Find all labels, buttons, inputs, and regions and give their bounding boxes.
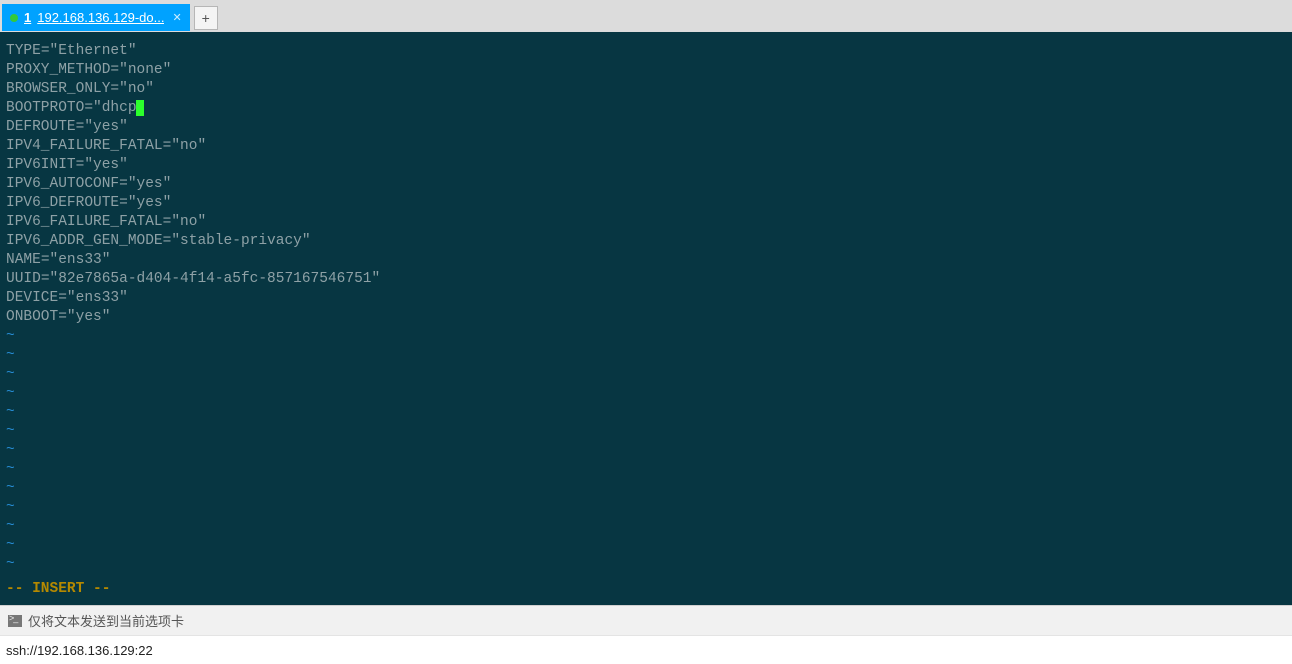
config-line: IPV6INIT="yes" (6, 156, 1286, 175)
vim-mode-indicator: -- INSERT -- (6, 580, 110, 599)
empty-line-marker: ~ (6, 441, 1286, 460)
prompt-icon (8, 615, 22, 627)
status-dot-icon (10, 14, 18, 22)
config-line: IPV6_DEFROUTE="yes" (6, 194, 1286, 213)
config-line: ONBOOT="yes" (6, 308, 1286, 327)
terminal-tab[interactable]: 1 192.168.136.129-do... ✕ (2, 4, 190, 31)
command-bar-tip: 仅将文本发送到当前选项卡 (28, 611, 184, 630)
config-line: IPV6_ADDR_GEN_MODE="stable-privacy" (6, 232, 1286, 251)
tab-strip: 1 192.168.136.129-do... ✕ + (0, 0, 1292, 32)
new-tab-button[interactable]: + (194, 6, 218, 30)
empty-line-marker: ~ (6, 403, 1286, 422)
config-line: IPV4_FAILURE_FATAL="no" (6, 137, 1286, 156)
connection-address: ssh://192.168.136.129:22 (6, 643, 153, 658)
empty-line-marker: ~ (6, 422, 1286, 441)
connection-status-bar: ssh://192.168.136.129:22 (0, 635, 1292, 664)
empty-line-marker: ~ (6, 536, 1286, 555)
tab-index: 1 (24, 10, 31, 25)
close-icon[interactable]: ✕ (172, 11, 181, 24)
config-line: IPV6_FAILURE_FATAL="no" (6, 213, 1286, 232)
empty-line-marker: ~ (6, 365, 1286, 384)
config-line: IPV6_AUTOCONF="yes" (6, 175, 1286, 194)
config-line: UUID="82e7865a-d404-4f14-a5fc-8571675467… (6, 270, 1286, 289)
config-line: DEVICE="ens33" (6, 289, 1286, 308)
config-line: BROWSER_ONLY="no" (6, 80, 1286, 99)
empty-line-marker: ~ (6, 479, 1286, 498)
config-line: TYPE="Ethernet" (6, 42, 1286, 61)
config-line: PROXY_METHOD="none" (6, 61, 1286, 80)
empty-line-marker: ~ (6, 327, 1286, 346)
cursor (136, 100, 144, 116)
config-line: DEFROUTE="yes" (6, 118, 1286, 137)
tab-title: 192.168.136.129-do... (37, 10, 164, 25)
config-line: BOOTPROTO="dhcp (6, 99, 1286, 118)
empty-line-marker: ~ (6, 555, 1286, 574)
empty-line-marker: ~ (6, 460, 1286, 479)
empty-line-marker: ~ (6, 346, 1286, 365)
command-bar[interactable]: 仅将文本发送到当前选项卡 (0, 605, 1292, 635)
empty-line-marker: ~ (6, 384, 1286, 403)
config-line: NAME="ens33" (6, 251, 1286, 270)
empty-line-marker: ~ (6, 517, 1286, 536)
terminal-viewport[interactable]: TYPE="Ethernet"PROXY_METHOD="none"BROWSE… (0, 32, 1292, 605)
empty-line-marker: ~ (6, 498, 1286, 517)
